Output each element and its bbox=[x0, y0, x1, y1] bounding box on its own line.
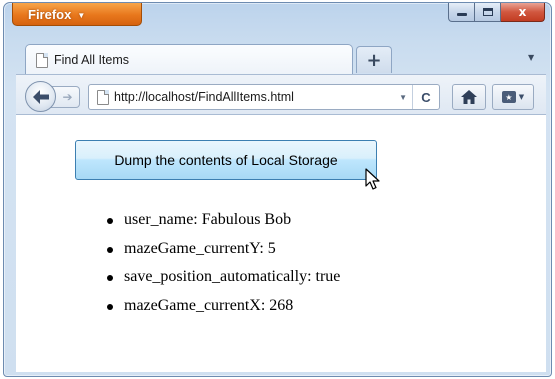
url-history-dropdown-icon[interactable]: ▼ bbox=[399, 93, 407, 102]
minimize-button[interactable] bbox=[448, 3, 475, 22]
firefox-menu-button[interactable]: Firefox ▼ bbox=[12, 3, 142, 26]
address-bar[interactable]: http://localhost/FindAllItems.html ▼ C bbox=[88, 84, 440, 110]
browser-window: Firefox ▼ x Find All Items + ▼ ➔ http://… bbox=[3, 2, 552, 377]
bookmarks-button[interactable]: ★ ▼ bbox=[492, 84, 534, 110]
page-content: Dump the contents of Local Storage user_… bbox=[16, 114, 546, 372]
chevron-down-icon: ▼ bbox=[518, 93, 525, 101]
home-button[interactable] bbox=[452, 84, 486, 110]
navigation-toolbar: ➔ http://localhost/FindAllItems.html ▼ C… bbox=[16, 74, 546, 114]
mouse-pointer-icon bbox=[365, 168, 380, 190]
minimize-icon bbox=[456, 13, 467, 16]
page-icon bbox=[36, 52, 48, 68]
plus-icon: + bbox=[366, 49, 382, 71]
list-all-tabs-icon[interactable]: ▼ bbox=[528, 53, 534, 62]
local-storage-list: user_name: Fabulous Bob mazeGame_current… bbox=[106, 206, 340, 321]
forward-arrow-icon: ➔ bbox=[62, 90, 73, 104]
home-icon bbox=[461, 90, 477, 104]
window-controls: x bbox=[448, 3, 545, 22]
maximize-icon bbox=[482, 8, 493, 16]
close-button[interactable]: x bbox=[501, 3, 545, 22]
list-item: mazeGame_currentX: 268 bbox=[106, 292, 340, 321]
firefox-menu-label: Firefox bbox=[28, 6, 72, 22]
tab-find-all-items[interactable]: Find All Items bbox=[25, 44, 353, 75]
bookmarks-icon: ★ bbox=[501, 91, 516, 103]
reload-button[interactable]: C bbox=[412, 85, 439, 109]
dump-local-storage-button[interactable]: Dump the contents of Local Storage bbox=[75, 140, 377, 180]
list-item: user_name: Fabulous Bob bbox=[106, 206, 340, 235]
maximize-button[interactable] bbox=[475, 3, 501, 22]
back-button[interactable] bbox=[25, 81, 56, 112]
dump-button-label: Dump the contents of Local Storage bbox=[114, 152, 338, 168]
url-text: http://localhost/FindAllItems.html bbox=[114, 90, 294, 104]
reload-icon: C bbox=[421, 89, 431, 105]
site-identity-icon bbox=[97, 90, 109, 105]
tab-label: Find All Items bbox=[54, 53, 130, 67]
back-arrow-icon bbox=[32, 89, 49, 104]
list-item: mazeGame_currentY: 5 bbox=[106, 235, 340, 264]
close-icon: x bbox=[518, 5, 527, 19]
new-tab-button[interactable]: + bbox=[356, 46, 392, 73]
chevron-down-icon: ▼ bbox=[77, 10, 86, 20]
list-item: save_position_automatically: true bbox=[106, 263, 340, 292]
